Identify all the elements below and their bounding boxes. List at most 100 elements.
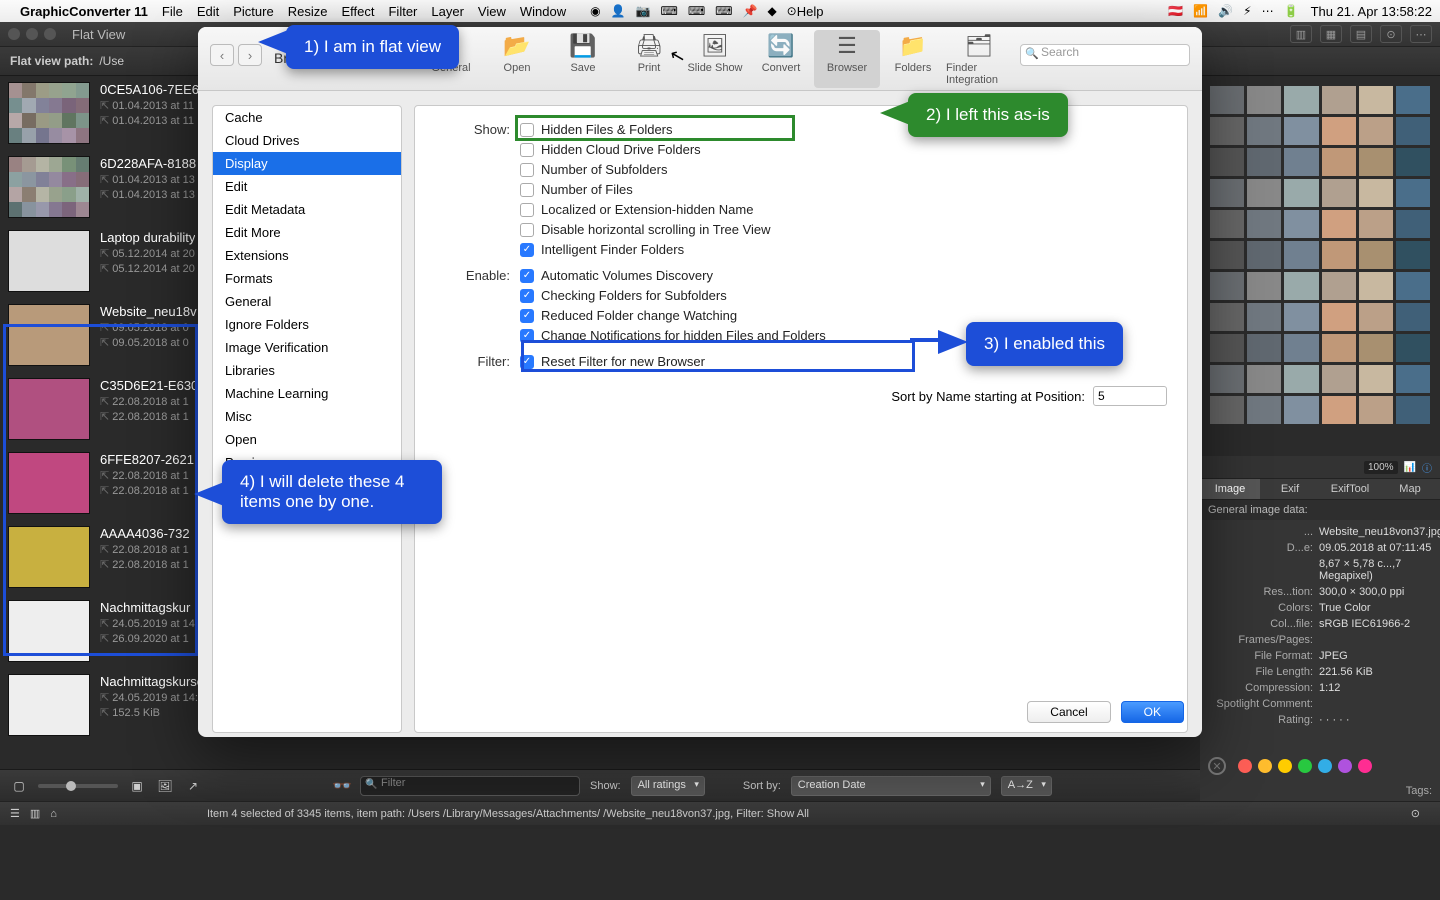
category-item[interactable]: Edit Metadata xyxy=(213,198,401,221)
menu-extra-icon[interactable]: 📌 xyxy=(742,4,757,18)
sort-select[interactable]: Creation Date xyxy=(791,776,991,796)
menu-picture[interactable]: Picture xyxy=(233,4,273,19)
category-item[interactable]: General xyxy=(213,290,401,313)
settings-icon[interactable]: ⊙ xyxy=(1380,25,1402,43)
toolbar-finder-integration[interactable]: 🗂Finder Integration xyxy=(946,30,1012,88)
toolbar-convert[interactable]: 🔄Convert xyxy=(748,30,814,88)
sort-order[interactable]: A→Z xyxy=(1001,776,1052,796)
color-label[interactable] xyxy=(1238,759,1252,773)
category-item[interactable]: Edit xyxy=(213,175,401,198)
tab-exiftool[interactable]: ExifTool xyxy=(1320,479,1380,499)
flag-icon[interactable]: 🇦🇹 xyxy=(1168,4,1183,18)
toolbar-browser[interactable]: ☰Browser xyxy=(814,30,880,88)
checkbox[interactable] xyxy=(520,163,534,177)
checkbox-row[interactable]: Number of Subfolders xyxy=(520,162,1167,177)
volume-icon[interactable]: 🔊 xyxy=(1218,4,1233,18)
picture-icon[interactable]: 🖼 xyxy=(156,779,174,793)
category-item[interactable]: Ignore Folders xyxy=(213,313,401,336)
category-item[interactable]: Formats xyxy=(213,267,401,290)
jump-icon[interactable]: ↗ xyxy=(184,779,202,793)
category-item[interactable]: Cloud Drives xyxy=(213,129,401,152)
color-label[interactable] xyxy=(1318,759,1332,773)
category-item[interactable]: Display xyxy=(213,152,401,175)
cancel-button[interactable]: Cancel xyxy=(1027,701,1110,723)
menu-extra-icon[interactable]: ⌨ xyxy=(661,4,678,18)
toolbar-save[interactable]: 💾Save xyxy=(550,30,616,88)
menu-extra-icon[interactable]: ⌨ xyxy=(688,4,705,18)
menubar-clock[interactable]: Thu 21. Apr 13:58:22 xyxy=(1311,4,1432,19)
prefs-search[interactable]: Search xyxy=(1020,44,1190,66)
menu-file[interactable]: File xyxy=(162,4,183,19)
show-select[interactable]: All ratings xyxy=(631,776,705,796)
panel-toggle-1[interactable]: ▥ xyxy=(1290,25,1312,43)
tab-image[interactable]: Image xyxy=(1200,479,1260,499)
info-icon[interactable]: ⓘ xyxy=(1422,460,1432,475)
glasses-icon[interactable]: 👓 xyxy=(332,776,350,796)
wifi-icon[interactable]: 📶 xyxy=(1193,4,1208,18)
checkbox-row[interactable]: Number of Files xyxy=(520,182,1167,197)
minimize-dot[interactable] xyxy=(26,28,38,40)
checkbox-row[interactable]: Localized or Extension-hidden Name xyxy=(520,202,1167,217)
close-dot[interactable] xyxy=(8,28,20,40)
checkbox-row[interactable]: Disable horizontal scrolling in Tree Vie… xyxy=(520,222,1167,237)
color-label[interactable] xyxy=(1278,759,1292,773)
menu-edit[interactable]: Edit xyxy=(197,4,219,19)
panel-toggle-3[interactable]: ▤ xyxy=(1350,25,1372,43)
category-list[interactable]: CacheCloud DrivesDisplayEditEdit Metadat… xyxy=(212,105,402,733)
color-label[interactable] xyxy=(1358,759,1372,773)
menu-effect[interactable]: Effect xyxy=(341,4,374,19)
ok-button[interactable]: OK xyxy=(1121,701,1184,723)
toolbar-slide-show[interactable]: 🖼Slide Show xyxy=(682,30,748,88)
menu-extra-icon[interactable]: ◆ xyxy=(767,4,776,18)
checkbox[interactable] xyxy=(520,143,534,157)
checkbox[interactable] xyxy=(520,223,534,237)
menu-layer[interactable]: Layer xyxy=(431,4,464,19)
category-item[interactable]: Cache xyxy=(213,106,401,129)
checkbox-row[interactable]: ✓Automatic Volumes Discovery xyxy=(520,268,1167,283)
clear-label[interactable]: ✕ xyxy=(1208,757,1226,775)
more-icon[interactable]: ⋯ xyxy=(1410,25,1432,43)
checkbox[interactable]: ✓ xyxy=(520,243,534,257)
filter-input[interactable]: Filter xyxy=(360,776,580,796)
nav-back[interactable]: ‹ xyxy=(210,44,234,66)
zoom-dot[interactable] xyxy=(44,28,56,40)
panel-toggle-2[interactable]: ▦ xyxy=(1320,25,1342,43)
category-item[interactable]: Machine Learning xyxy=(213,382,401,405)
thumb-size-slider[interactable] xyxy=(38,784,118,788)
color-label[interactable] xyxy=(1338,759,1352,773)
checkbox[interactable]: ✓ xyxy=(520,289,534,303)
color-label[interactable] xyxy=(1258,759,1272,773)
category-item[interactable]: Edit More xyxy=(213,221,401,244)
zoom-out-icon[interactable]: ▢ xyxy=(10,779,28,793)
app-name[interactable]: GraphicConverter 11 xyxy=(20,4,148,19)
category-item[interactable]: Extensions xyxy=(213,244,401,267)
view-mode-icon[interactable]: ▥ xyxy=(30,807,40,820)
category-item[interactable]: Libraries xyxy=(213,359,401,382)
tab-exif[interactable]: Exif xyxy=(1260,479,1320,499)
category-item[interactable]: Open xyxy=(213,428,401,451)
view-mode-icon[interactable]: ☰ xyxy=(10,807,20,820)
zoom-in-icon[interactable]: ▣ xyxy=(128,779,146,793)
checkbox[interactable] xyxy=(520,203,534,217)
power-icon[interactable]: ⚡︎ xyxy=(1243,4,1251,18)
menu-extra-icon[interactable]: 📷 xyxy=(636,4,651,18)
checkbox[interactable]: ✓ xyxy=(520,309,534,323)
category-item[interactable]: Image Verification xyxy=(213,336,401,359)
menu-filter[interactable]: Filter xyxy=(388,4,417,19)
tab-map[interactable]: Map xyxy=(1380,479,1440,499)
menu-help[interactable]: Help xyxy=(797,4,824,19)
menu-extra-icon[interactable]: ⊙ xyxy=(787,4,797,18)
view-mode-icon[interactable]: ⌂ xyxy=(50,808,57,820)
color-label[interactable] xyxy=(1298,759,1312,773)
menu-view[interactable]: View xyxy=(478,4,506,19)
category-item[interactable]: Misc xyxy=(213,405,401,428)
checkbox[interactable]: ✓ xyxy=(520,269,534,283)
toolbar-open[interactable]: 📂Open xyxy=(484,30,550,88)
sync-icon[interactable]: ⋯ xyxy=(1262,4,1274,18)
battery-icon[interactable]: 🔋 xyxy=(1284,4,1299,18)
checkbox-row[interactable]: ✓Checking Folders for Subfolders xyxy=(520,288,1167,303)
histogram-icon[interactable]: 📊 xyxy=(1404,462,1416,473)
menu-extra-icon[interactable]: 👤 xyxy=(611,4,626,18)
checkbox-row[interactable]: ✓Reduced Folder change Watching xyxy=(520,308,1167,323)
menu-window[interactable]: Window xyxy=(520,4,566,19)
